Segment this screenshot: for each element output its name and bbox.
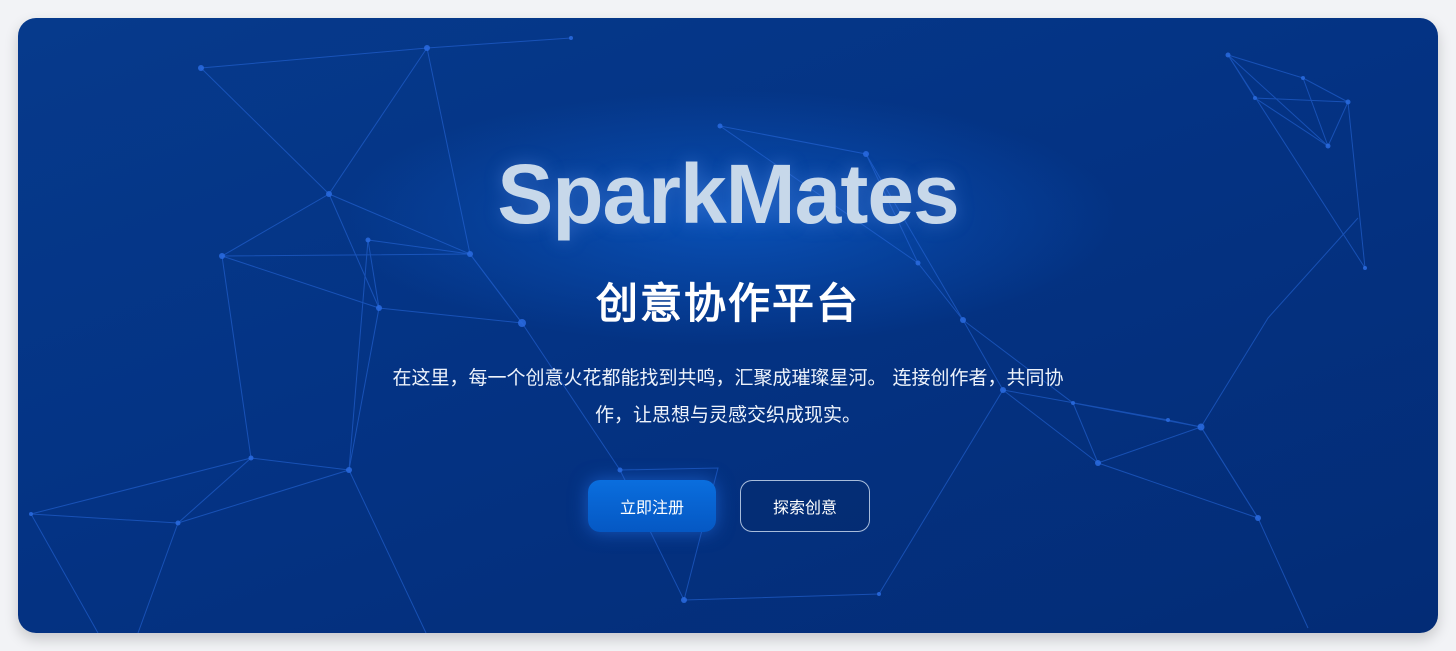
description-line-1: 在这里，每一个创意火花都能找到共鸣，汇聚成璀璨星河。 连接创作者，共同协	[392, 367, 1064, 389]
page-subtitle: 创意协作平台	[595, 279, 860, 328]
register-button[interactable]: 立即注册	[588, 480, 716, 532]
brand-title: SparkMates	[497, 147, 960, 241]
hero-description: 在这里，每一个创意火花都能找到共鸣，汇聚成璀璨星河。 连接创作者，共同协 作，让…	[348, 360, 1108, 434]
description-line-2: 作，让思想与灵感交织成现实。	[594, 404, 861, 426]
explore-button[interactable]: 探索创意	[740, 480, 870, 532]
hero-banner: SparkMates 创意协作平台 在这里，每一个创意火花都能找到共鸣，汇聚成璀…	[18, 18, 1438, 633]
